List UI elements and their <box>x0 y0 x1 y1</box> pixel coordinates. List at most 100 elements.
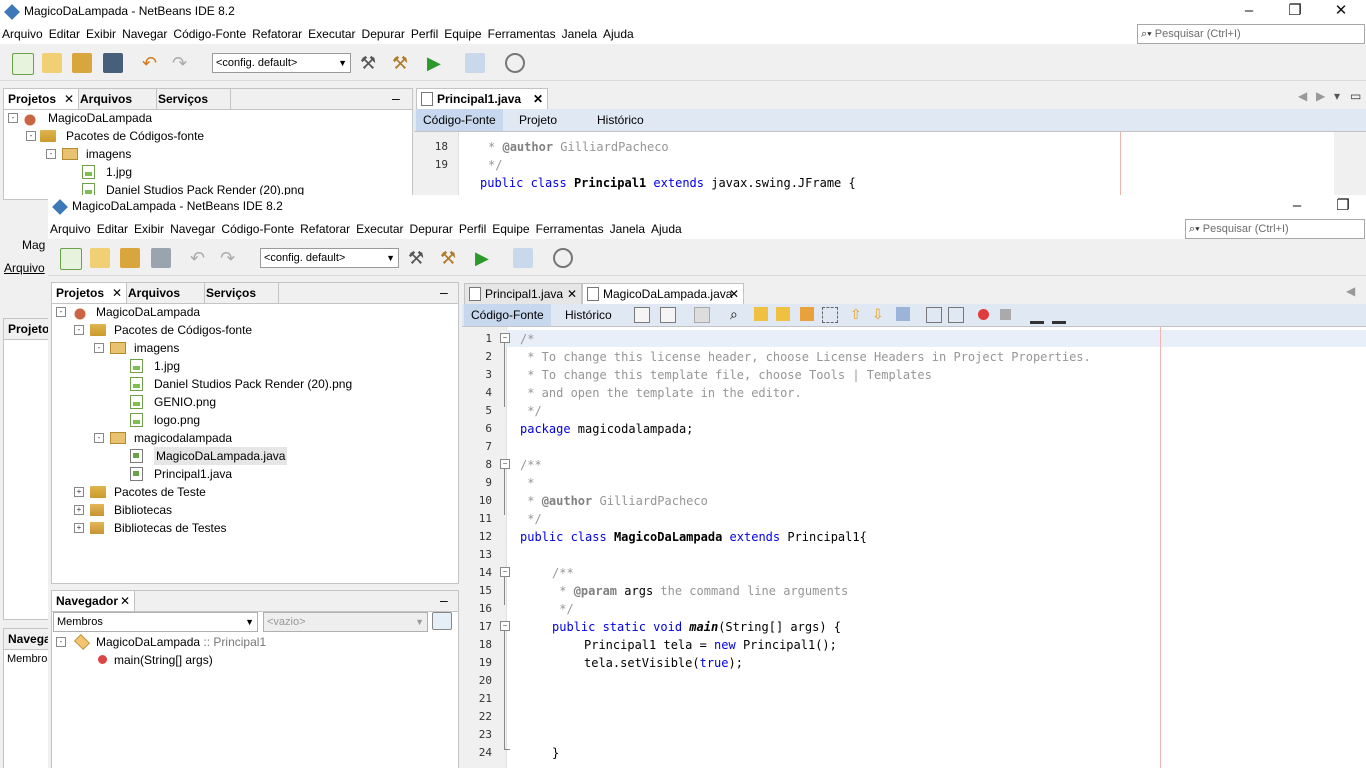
run-icon[interactable]: ▶ <box>475 248 495 268</box>
menu-perfil[interactable]: Perfil <box>408 24 441 44</box>
tab-servicos[interactable]: Serviços <box>202 283 279 303</box>
minimize-panel-icon[interactable]: – <box>440 591 448 609</box>
fold-toggle-icon[interactable]: − <box>500 621 510 631</box>
new-project-icon[interactable] <box>42 53 62 73</box>
menu-editar[interactable]: Editar <box>94 219 131 239</box>
toggle-rect-select-icon[interactable] <box>822 307 838 323</box>
menu-ajuda[interactable]: Ajuda <box>600 24 637 44</box>
find-next-icon[interactable] <box>776 307 790 321</box>
tab-arquivos[interactable]: Arquivos <box>124 283 205 303</box>
members-filter-select[interactable]: Membros ▼ <box>53 612 258 632</box>
start-macro-icon[interactable] <box>978 309 989 320</box>
back-icon[interactable] <box>660 307 676 323</box>
back-search-input[interactable]: ⌕▾ Pesquisar (Ctrl+I) <box>1137 24 1365 44</box>
scroll-right-icon[interactable]: ▶ <box>1316 89 1325 103</box>
tab-servicos[interactable]: Serviços <box>154 89 231 109</box>
back-code-area[interactable]: 18 19 * @author GilliardPacheco */ publi… <box>414 132 1334 196</box>
toggle-bookmark-icon[interactable] <box>896 307 910 321</box>
maximize-icon[interactable]: ❐ <box>1272 0 1318 24</box>
editor-tab-principal1[interactable]: Principal1.java ✕ <box>416 88 548 109</box>
back-config-select[interactable]: <config. default> ▼ <box>212 53 351 73</box>
build-icon[interactable]: ⚒ <box>360 53 380 73</box>
uncomment-icon[interactable] <box>1052 307 1066 324</box>
menu-depurar[interactable]: Depurar <box>407 219 456 239</box>
subtab-codigo-fonte[interactable]: Código-Fonte <box>416 109 503 131</box>
front-code-area[interactable]: 1 2 3 4 5 6 7 8 9 10 11 12 13 14 15 16 17 18 19 20 21 22 23 24 … <box>462 327 1366 768</box>
debug-icon[interactable] <box>513 248 533 268</box>
toggle-highlight-icon[interactable] <box>800 307 814 321</box>
menu-editar[interactable]: Editar <box>46 24 83 44</box>
editor-tab-principal1[interactable]: Principal1.java ✕ <box>464 283 582 304</box>
menu-arquivo[interactable]: Arquivo <box>0 24 46 44</box>
find-previous-icon[interactable] <box>754 307 768 321</box>
maximize-icon[interactable]: ❐ <box>1320 195 1366 219</box>
open-project-icon[interactable] <box>72 53 92 73</box>
last-edit-icon[interactable] <box>634 307 650 323</box>
menu-janela[interactable]: Janela <box>607 219 648 239</box>
menu-janela[interactable]: Janela <box>559 24 600 44</box>
menu-refatorar[interactable]: Refatorar <box>297 219 353 239</box>
fold-toggle-icon[interactable]: − <box>500 333 510 343</box>
menu-equipe[interactable]: Equipe <box>441 24 484 44</box>
fold-toggle-icon[interactable]: − <box>500 567 510 577</box>
new-file-icon[interactable] <box>60 248 82 270</box>
tab-projetos[interactable]: Projetos ✕ <box>52 283 127 303</box>
undo-icon[interactable]: ↶ <box>190 248 210 268</box>
tree-toggle-icon[interactable]: - <box>74 325 84 335</box>
tree-toggle-icon[interactable]: + <box>74 505 84 515</box>
back-fragment[interactable]: Arquivo <box>4 261 45 275</box>
tree-toggle-icon[interactable]: + <box>74 487 84 497</box>
menu-equipe[interactable]: Equipe <box>489 219 532 239</box>
tree-toggle-icon[interactable]: - <box>94 433 104 443</box>
tab-projetos[interactable]: Projetos ✕ <box>4 89 79 109</box>
clean-build-icon[interactable]: ⚒ <box>392 53 412 73</box>
find-icon[interactable]: ⌕ <box>730 307 738 321</box>
close-icon[interactable]: ✕ <box>1318 0 1364 24</box>
previous-bookmark-icon[interactable]: ⇧ <box>850 307 862 321</box>
open-project-icon[interactable] <box>120 248 140 268</box>
menu-ferramentas[interactable]: Ferramentas <box>533 219 607 239</box>
tab-navegador[interactable]: Navegador ✕ <box>52 591 135 611</box>
next-bookmark-icon[interactable]: ⇩ <box>872 307 884 321</box>
tree-toggle-icon[interactable]: - <box>56 307 66 317</box>
new-file-icon[interactable] <box>12 53 34 75</box>
menu-navegar[interactable]: Navegar <box>167 219 218 239</box>
minimize-icon[interactable]: – <box>1274 195 1320 219</box>
menu-codigo-fonte[interactable]: Código-Fonte <box>218 219 297 239</box>
run-icon[interactable]: ▶ <box>427 53 447 73</box>
profile-icon[interactable] <box>553 248 573 268</box>
subtab-historico[interactable]: Histórico <box>590 109 651 131</box>
minimize-icon[interactable]: – <box>1226 0 1272 24</box>
subtab-codigo-fonte[interactable]: Código-Fonte <box>464 304 551 326</box>
subtab-historico[interactable]: Histórico <box>558 304 619 326</box>
navigator-empty-select[interactable]: <vazio> ▼ <box>263 612 428 632</box>
tree-toggle-icon[interactable]: - <box>94 343 104 353</box>
tab-arquivos[interactable]: Arquivos <box>76 89 157 109</box>
scroll-left-icon[interactable]: ◀ <box>1346 284 1355 298</box>
new-project-icon[interactable] <box>90 248 110 268</box>
menu-executar[interactable]: Executar <box>305 24 358 44</box>
save-all-icon[interactable] <box>151 248 171 268</box>
redo-icon[interactable]: ↷ <box>172 53 192 73</box>
menu-arquivo[interactable]: Arquivo <box>48 219 94 239</box>
menu-refatorar[interactable]: Refatorar <box>249 24 305 44</box>
menu-ajuda[interactable]: Ajuda <box>648 219 685 239</box>
menu-depurar[interactable]: Depurar <box>359 24 408 44</box>
menu-perfil[interactable]: Perfil <box>456 219 489 239</box>
redo-icon[interactable]: ↷ <box>220 248 240 268</box>
minimize-panel-icon[interactable]: – <box>392 89 400 107</box>
undo-icon[interactable]: ↶ <box>142 53 162 73</box>
shift-left-icon[interactable] <box>926 307 942 323</box>
menu-exibir[interactable]: Exibir <box>83 24 119 44</box>
editor-tab-magicodalampada[interactable]: MagicoDaLampada.java ✕ <box>582 283 744 304</box>
fold-toggle-icon[interactable]: − <box>500 459 510 469</box>
menu-exibir[interactable]: Exibir <box>131 219 167 239</box>
maximize-editor-icon[interactable]: ▭ <box>1350 89 1361 103</box>
minimize-panel-icon[interactable]: – <box>440 283 448 301</box>
clean-build-icon[interactable]: ⚒ <box>440 248 460 268</box>
menu-codigo-fonte[interactable]: Código-Fonte <box>170 24 249 44</box>
tab-list-icon[interactable]: ▾ <box>1334 89 1340 103</box>
debug-icon[interactable] <box>465 53 485 73</box>
menu-ferramentas[interactable]: Ferramentas <box>485 24 559 44</box>
tree-toggle-icon[interactable]: + <box>74 523 84 533</box>
